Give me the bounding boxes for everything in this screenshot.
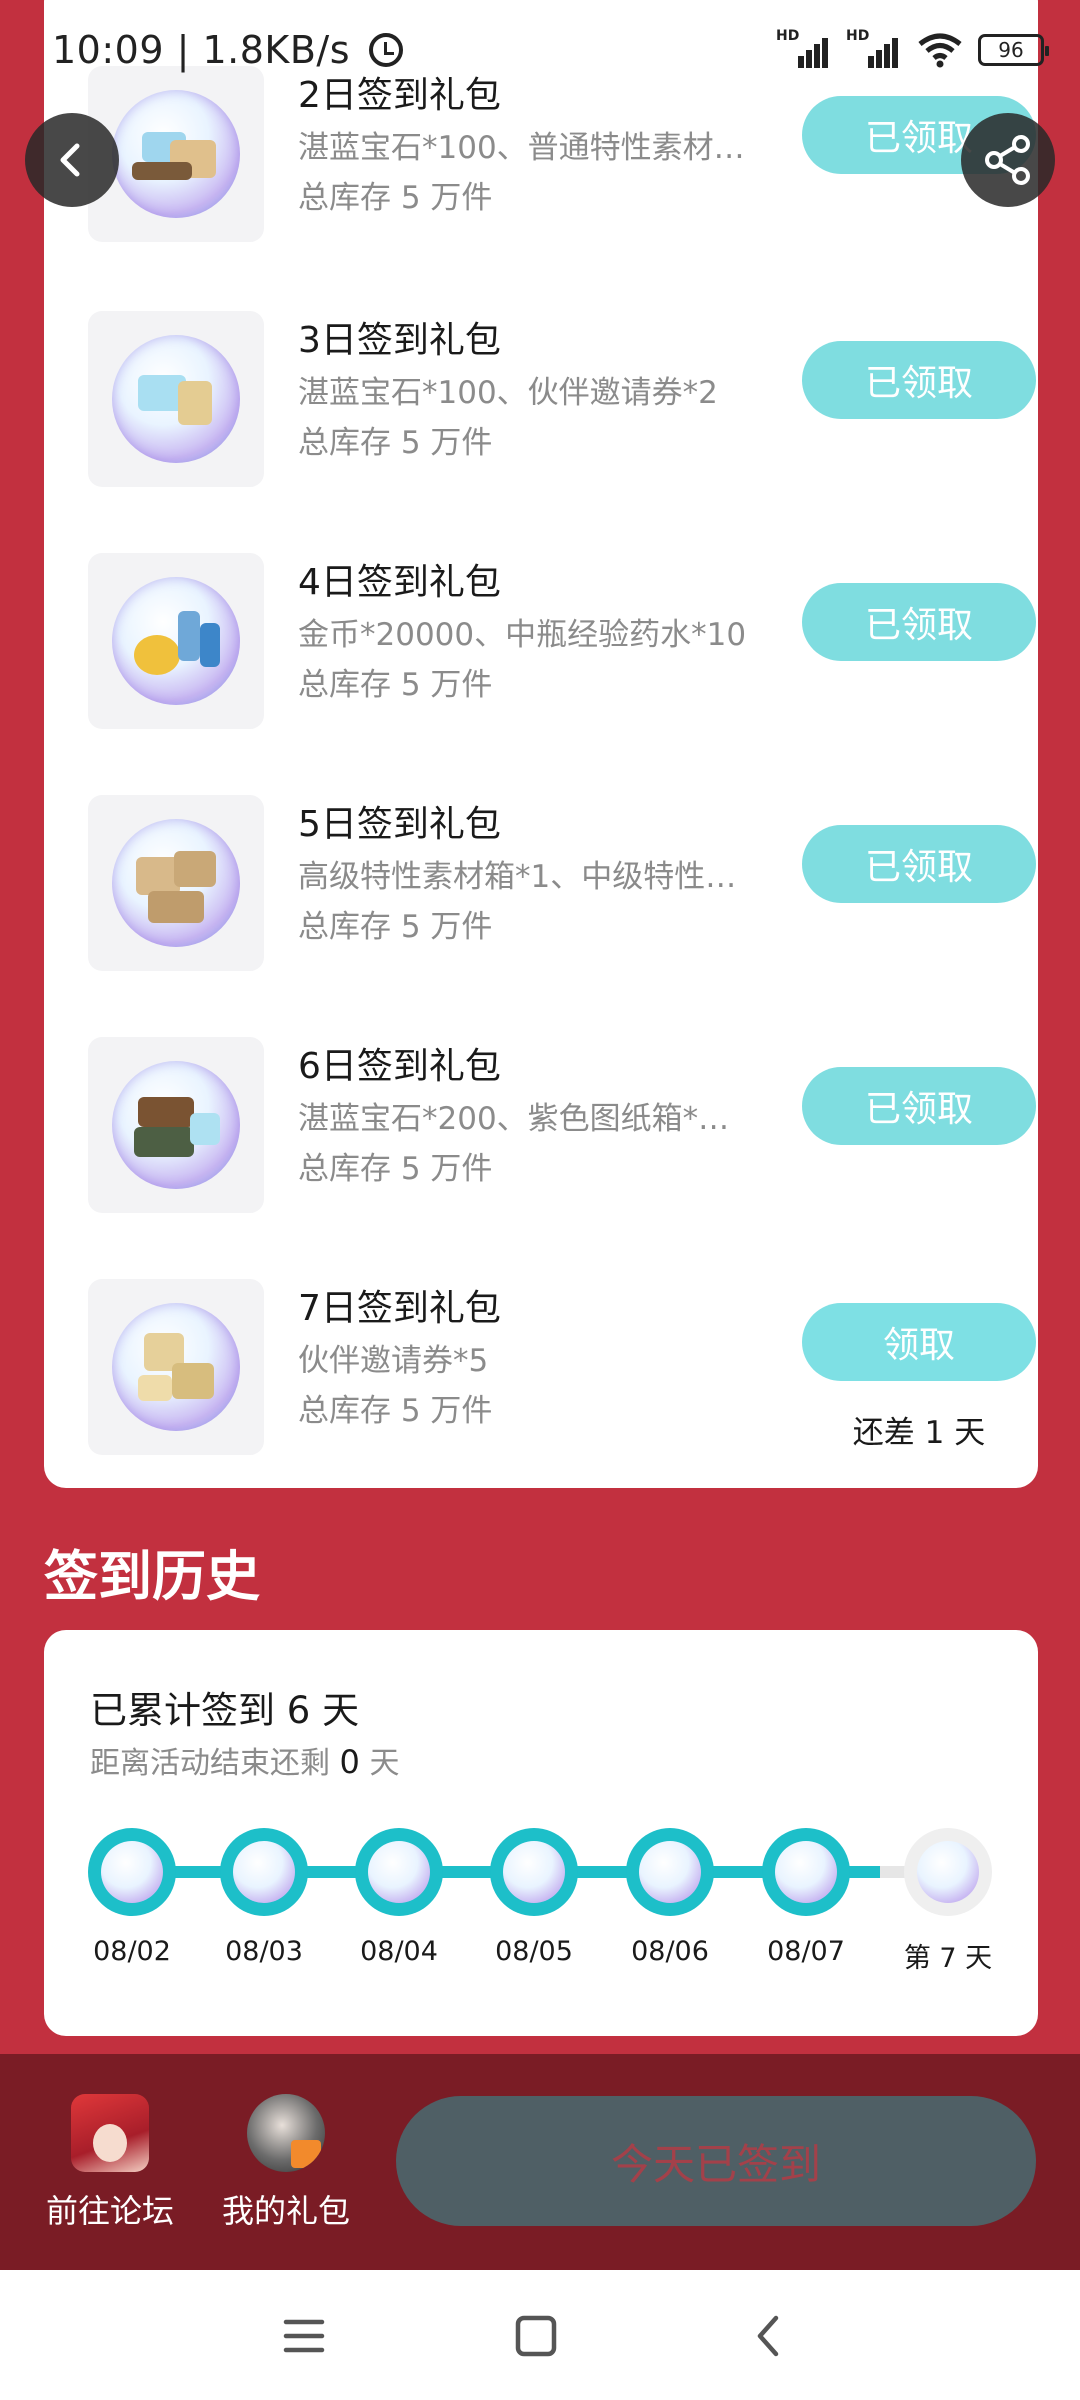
day-node xyxy=(88,1828,176,1916)
forum-button[interactable]: 前往论坛 xyxy=(30,2094,190,2232)
day-node-future xyxy=(904,1828,992,1916)
day-node xyxy=(626,1828,714,1916)
claim-button[interactable]: 领取 xyxy=(802,1303,1036,1381)
gift-item-day7: 7日签到礼包 伙伴邀请券*5 总库存 5 万件 领取 还差 1 天 xyxy=(44,1279,1038,1455)
gift-name: 7日签到礼包 xyxy=(298,1288,501,1329)
gift-image xyxy=(88,1279,264,1455)
claimed-button[interactable]: 已领取 xyxy=(802,583,1036,661)
gift-description: 湛蓝宝石*100、伙伴邀请券*2 xyxy=(298,375,718,411)
gift-image xyxy=(88,311,264,487)
day-label: 08/07 xyxy=(767,1936,845,1967)
gift-name: 5日签到礼包 xyxy=(298,804,501,845)
gift-image xyxy=(88,795,264,971)
total-days: 6 xyxy=(286,1689,311,1732)
days-remaining-note: 还差 1 天 xyxy=(852,1415,986,1451)
remain-prefix: 距离活动结束还剩 xyxy=(90,1746,330,1781)
remain-days: 0 xyxy=(339,1743,360,1781)
gift-item-day5: 5日签到礼包 高级特性素材箱*1、中级特性… 总库存 5 万件 已领取 xyxy=(44,795,1038,971)
status-icons: HD HD 96 xyxy=(776,28,1049,68)
gift-mini-icon xyxy=(503,1841,565,1903)
gift-stock: 总库存 5 万件 xyxy=(298,180,493,216)
gift-mini-icon xyxy=(233,1841,295,1903)
share-icon xyxy=(985,135,1030,185)
alarm-icon xyxy=(368,33,403,67)
history-title: 签到历史 xyxy=(44,1545,260,1608)
back-icon[interactable] xyxy=(742,2308,798,2364)
bottom-action-bar: 前往论坛 我的礼包 今天已签到 xyxy=(0,2054,1080,2270)
gift-item-day6: 6日签到礼包 湛蓝宝石*200、紫色图纸箱*… 总库存 5 万件 已领取 xyxy=(44,1037,1038,1213)
gift-description: 高级特性素材箱*1、中级特性… xyxy=(298,859,737,895)
signed-today-button[interactable]: 今天已签到 xyxy=(396,2096,1036,2226)
gift-mini-icon xyxy=(639,1841,701,1903)
day-label: 08/05 xyxy=(495,1936,573,1967)
gift-description: 伙伴邀请券*5 xyxy=(298,1343,489,1379)
status-bar: 10:09 | 1.8KB/s HD HD 96 xyxy=(0,0,1080,110)
battery-level: 96 xyxy=(998,38,1024,62)
gift-description: 金币*20000、中瓶经验药水*10 xyxy=(298,617,747,653)
forum-label: 前往论坛 xyxy=(45,2192,174,2230)
gift-mini-icon xyxy=(775,1841,837,1903)
my-gifts-button[interactable]: 我的礼包 xyxy=(206,2094,366,2232)
gift-stock: 总库存 5 万件 xyxy=(298,1393,493,1429)
battery-icon: 96 xyxy=(978,34,1049,66)
status-time: 10:09 | 1.8KB/s xyxy=(52,28,403,72)
day-node xyxy=(220,1828,308,1916)
gift-stock: 总库存 5 万件 xyxy=(298,667,493,703)
hd-label: HD xyxy=(776,28,800,44)
total-suffix: 天 xyxy=(322,1689,360,1732)
day-label: 08/03 xyxy=(225,1936,303,1967)
day-label: 08/04 xyxy=(360,1936,438,1967)
day-node xyxy=(762,1828,850,1916)
total-prefix: 已累计签到 xyxy=(90,1689,275,1732)
day-node xyxy=(355,1828,443,1916)
day-node xyxy=(490,1828,578,1916)
chevron-left-icon xyxy=(60,143,80,177)
claimed-button[interactable]: 已领取 xyxy=(802,341,1036,419)
gift-list-card: 2日签到礼包 湛蓝宝石*100、普通特性素材… 总库存 5 万件 已领取 3日签… xyxy=(44,0,1038,1488)
gift-avatar-icon xyxy=(247,2094,325,2172)
day-label: 第 7 天 xyxy=(903,1943,993,1974)
share-button[interactable] xyxy=(961,113,1055,207)
total-checkin-line: 已累计签到 6 天 xyxy=(90,1680,359,1734)
gift-mini-icon xyxy=(368,1841,430,1903)
gift-image xyxy=(88,553,264,729)
my-gifts-label: 我的礼包 xyxy=(221,2192,350,2230)
gift-item-day3: 3日签到礼包 湛蓝宝石*100、伙伴邀请券*2 总库存 5 万件 已领取 xyxy=(44,311,1038,487)
time-speed-text: 10:09 | 1.8KB/s xyxy=(52,28,350,72)
remaining-days-line: 距离活动结束还剩 0 天 xyxy=(90,1738,399,1782)
app-screen: { "status": { "time_speed": "10:09 | 1.8… xyxy=(0,0,1080,2400)
forum-avatar-icon xyxy=(71,2094,149,2172)
gift-description: 湛蓝宝石*200、紫色图纸箱*… xyxy=(298,1101,730,1137)
gift-name: 6日签到礼包 xyxy=(298,1046,501,1087)
gift-item-day4: 4日签到礼包 金币*20000、中瓶经验药水*10 总库存 5 万件 已领取 xyxy=(44,553,1038,729)
home-icon[interactable] xyxy=(508,2308,564,2364)
gift-name: 3日签到礼包 xyxy=(298,320,501,361)
gift-description: 湛蓝宝石*100、普通特性素材… xyxy=(298,130,745,166)
day-label: 08/02 xyxy=(93,1936,171,1967)
system-nav-bar xyxy=(0,2270,1080,2400)
gift-mini-icon xyxy=(917,1841,979,1903)
hd-label-2: HD xyxy=(846,28,870,44)
gift-name: 4日签到礼包 xyxy=(298,562,501,603)
day-label: 08/06 xyxy=(631,1936,709,1967)
signal-icon-2: HD xyxy=(846,28,902,68)
remain-suffix: 天 xyxy=(369,1746,400,1781)
signal-icon: HD xyxy=(776,28,832,68)
claimed-button[interactable]: 已领取 xyxy=(802,1067,1036,1145)
claimed-button[interactable]: 已领取 xyxy=(802,825,1036,903)
gift-stock: 总库存 5 万件 xyxy=(298,909,493,945)
gift-stock: 总库存 5 万件 xyxy=(298,425,493,461)
back-button[interactable] xyxy=(25,113,119,207)
wifi-icon xyxy=(916,32,964,68)
gift-stock: 总库存 5 万件 xyxy=(298,1151,493,1187)
menu-icon[interactable] xyxy=(276,2308,332,2364)
gift-image xyxy=(88,1037,264,1213)
history-card: 已累计签到 6 天 距离活动结束还剩 0 天 08/02 08/03 08/04… xyxy=(44,1630,1038,2036)
gift-mini-icon xyxy=(101,1841,163,1903)
